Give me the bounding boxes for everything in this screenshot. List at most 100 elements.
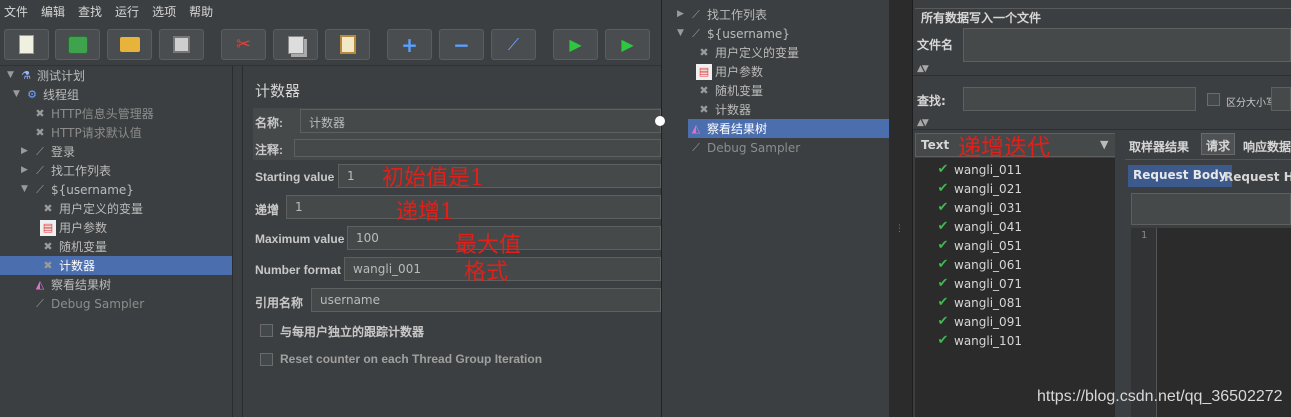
tree-node[interactable]: ▼ ⟋ ${username} xyxy=(21,180,134,199)
tree-node[interactable]: ✖ HTTP请求默认值 xyxy=(32,123,141,142)
collapse-arrow-icon[interactable]: ▶ xyxy=(21,165,31,175)
sample-label: wangli_101 xyxy=(954,333,1022,348)
tree-node[interactable]: ▶ ⟋ 找工作列表 xyxy=(21,161,111,180)
name-label: 名称: xyxy=(255,116,283,130)
collapse-arrows-icon-2[interactable]: ▲▼ xyxy=(917,118,929,128)
sample-result-item[interactable]: ✔ wangli_091 xyxy=(935,312,1022,331)
request-search-bar[interactable] xyxy=(1131,193,1291,225)
filename-input[interactable] xyxy=(963,28,1291,62)
sample-result-item[interactable]: ✔ wangli_061 xyxy=(935,255,1022,274)
reference-name-input[interactable]: username xyxy=(311,288,661,312)
open-button[interactable] xyxy=(107,29,152,60)
expand-button[interactable]: + xyxy=(387,29,432,60)
sample-result-item[interactable]: ✔ wangli_081 xyxy=(935,293,1022,312)
save-button[interactable] xyxy=(159,29,204,60)
tree-node[interactable]: ✖ 用户定义的变量 xyxy=(696,43,799,62)
start-button[interactable]: ▶ xyxy=(553,29,598,60)
tree-node[interactable]: ✖ HTTP信息头管理器 xyxy=(32,104,153,123)
name-input[interactable]: 计数器 xyxy=(300,109,661,133)
tab-request[interactable]: 请求 xyxy=(1201,133,1236,155)
tree-node-label: 计数器 xyxy=(715,103,752,117)
sample-result-item[interactable]: ✔ wangli_101 xyxy=(935,331,1022,350)
collapse-arrows-icon[interactable]: ▲▼ xyxy=(917,64,929,74)
cut-button[interactable]: ✂ xyxy=(221,29,266,60)
copy-button[interactable] xyxy=(273,29,318,60)
paste-button[interactable] xyxy=(325,29,370,60)
max-label: Maximum value xyxy=(255,232,345,246)
sample-result-item[interactable]: ✔ wangli_031 xyxy=(935,198,1022,217)
expand-arrow-icon[interactable]: ▼ xyxy=(21,184,31,194)
regex-checkbox[interactable] xyxy=(1271,87,1291,111)
copy-icon xyxy=(287,35,304,54)
subtab-request-body[interactable]: Request Body xyxy=(1128,165,1232,187)
pipette-icon: ⟋ xyxy=(692,140,700,154)
sample-result-item[interactable]: ✔ wangli_021 xyxy=(935,179,1022,198)
annotation-increment: 递增1 xyxy=(396,200,454,225)
per-user-checkbox[interactable] xyxy=(260,324,273,337)
left-splitter[interactable] xyxy=(232,66,243,417)
tree-node[interactable]: ✖ 随机变量 xyxy=(40,237,107,256)
drag-handle-dot[interactable] xyxy=(655,116,665,126)
toggle-button[interactable]: ⟋ xyxy=(491,29,536,60)
collapse-button[interactable]: − xyxy=(439,29,484,60)
menu-search[interactable]: 查找 xyxy=(78,3,102,20)
tree-node-label: 察看结果树 xyxy=(707,122,768,136)
play-no-pause-icon: ▶ xyxy=(621,35,634,54)
sample-result-item[interactable]: ✔ wangli_051 xyxy=(935,236,1022,255)
sample-result-item[interactable]: ✔ wangli_011 xyxy=(935,160,1022,179)
increment-input[interactable]: 1 xyxy=(286,195,661,219)
mid-splitter[interactable]: ⋮ xyxy=(889,0,913,417)
result-splitter[interactable] xyxy=(1115,133,1122,417)
tree-node[interactable]: ▶ ⟋ 找工作列表 xyxy=(677,5,767,24)
tree-node[interactable]: ▤ 用户参数 xyxy=(696,62,763,81)
tree-node[interactable]: ⟋ Debug Sampler xyxy=(32,294,144,313)
tree-node[interactable]: ⟋ Debug Sampler xyxy=(688,138,800,157)
success-shield-icon: ✔ xyxy=(937,314,949,329)
subtab-request-headers[interactable]: Request Headers xyxy=(1219,167,1291,189)
templates-button[interactable] xyxy=(55,29,100,60)
tree-node[interactable]: ◭ 察看结果树 xyxy=(688,119,889,138)
expand-arrow-icon[interactable]: ▼ xyxy=(7,70,17,80)
comment-input[interactable] xyxy=(294,139,661,157)
chart-icon: ◭ xyxy=(691,122,701,135)
collapse-arrow-icon[interactable]: ▶ xyxy=(677,9,687,19)
tree-node[interactable]: ✖ 随机变量 xyxy=(696,81,763,100)
tree-node-label: 随机变量 xyxy=(59,240,108,254)
tree-node[interactable]: ✖ 计数器 xyxy=(696,100,751,119)
write-all-label: 所有数据写入一个文件 xyxy=(919,9,1044,26)
reset-counter-checkbox[interactable] xyxy=(260,353,273,366)
counter-panel: 计数器 名称: 计数器 注释: Starting value 1 递增 1 Ma… xyxy=(243,66,661,417)
tree-node[interactable]: ▼ ⚗ 测试计划 xyxy=(7,66,85,85)
tree-node[interactable]: ◭ 察看结果树 xyxy=(32,275,111,294)
menu-run[interactable]: 运行 xyxy=(115,3,139,20)
tree-node[interactable]: ▤ 用户参数 xyxy=(40,218,107,237)
tree-node[interactable]: ▼ ⟋ ${username} xyxy=(677,24,790,43)
expand-arrow-icon[interactable]: ▼ xyxy=(13,89,23,99)
search-input[interactable] xyxy=(963,87,1196,111)
tree-node-label: ${username} xyxy=(51,182,134,197)
sample-label: wangli_051 xyxy=(954,238,1022,253)
tab-response-data[interactable]: 响应数据 xyxy=(1239,135,1291,157)
start-no-pause-button[interactable]: ▶ xyxy=(605,29,650,60)
case-sensitive-label: 区分大小写 xyxy=(1226,98,1276,109)
new-button[interactable] xyxy=(4,29,49,60)
tab-sampler-result[interactable]: 取样器结果 xyxy=(1125,135,1194,157)
pipette-icon: ⟋ xyxy=(692,26,700,40)
menu-help[interactable]: 帮助 xyxy=(189,3,213,20)
menu-options[interactable]: 选项 xyxy=(152,3,176,20)
filename-label: 文件名 xyxy=(917,38,954,52)
expand-arrow-icon[interactable]: ▼ xyxy=(677,28,687,38)
tree-node[interactable]: ▼ ⚙ 线程组 xyxy=(13,85,79,104)
menu-file[interactable]: 文件 xyxy=(4,3,28,20)
sample-result-item[interactable]: ✔ wangli_071 xyxy=(935,274,1022,293)
plus-icon: + xyxy=(401,32,418,57)
menu-edit[interactable]: 编辑 xyxy=(41,3,65,20)
collapse-arrow-icon[interactable]: ▶ xyxy=(21,146,31,156)
tree-node[interactable]: ✖ 用户定义的变量 xyxy=(40,199,143,218)
line-number: 1 xyxy=(1141,230,1148,241)
tree-node[interactable]: ✖ 计数器 xyxy=(0,256,232,275)
tree-node[interactable]: ▶ ⟋ 登录 xyxy=(21,142,75,161)
comment-label: 注释: xyxy=(255,143,283,157)
sample-result-item[interactable]: ✔ wangli_041 xyxy=(935,217,1022,236)
case-sensitive-checkbox[interactable] xyxy=(1207,93,1220,106)
